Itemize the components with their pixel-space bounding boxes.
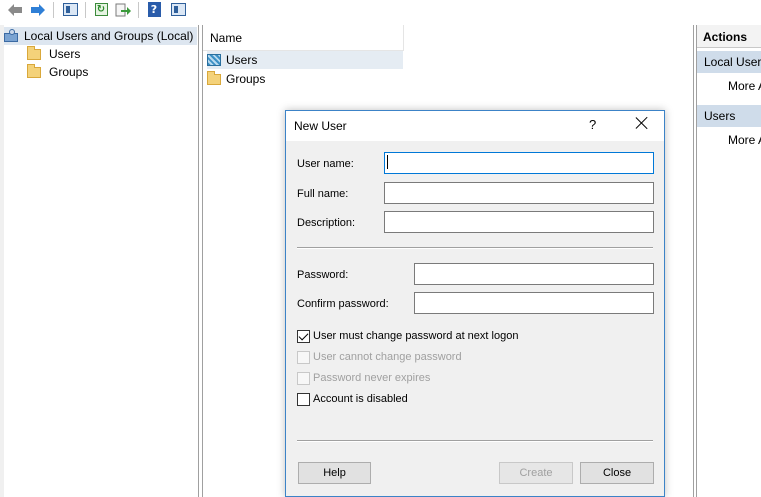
divider bbox=[297, 440, 653, 442]
back-arrow-icon[interactable] bbox=[6, 1, 24, 18]
list-item-label: Groups bbox=[226, 72, 266, 86]
username-field[interactable] bbox=[384, 152, 654, 174]
password-never-expires-checkbox[interactable]: Password never expires bbox=[297, 370, 430, 386]
actions-section-local-users[interactable]: Local Users bbox=[697, 51, 761, 73]
cannot-change-password-checkbox[interactable]: User cannot change password bbox=[297, 349, 462, 365]
list-item-users[interactable]: Users bbox=[207, 51, 403, 69]
actions-pane: Actions Local Users More A Users More A bbox=[696, 25, 761, 497]
export-list-icon[interactable] bbox=[114, 1, 132, 18]
list-item-label: Users bbox=[226, 53, 258, 67]
folder-icon bbox=[27, 63, 41, 78]
help-icon[interactable]: ? bbox=[145, 1, 163, 18]
toolbar: ↻ ? bbox=[0, 0, 761, 20]
checkbox-checked[interactable] bbox=[297, 329, 310, 343]
actions-section-users[interactable]: Users bbox=[697, 105, 761, 127]
password-label: Password: bbox=[297, 269, 349, 281]
fullname-field[interactable] bbox=[384, 182, 654, 204]
tree-item-label: Groups bbox=[49, 65, 89, 79]
text-caret bbox=[387, 155, 388, 169]
tree-root-label: Local Users and Groups (Local) bbox=[24, 29, 194, 43]
description-label: Description: bbox=[297, 217, 356, 229]
new-user-dialog: New User ? User name: Full name: Descrip… bbox=[285, 110, 665, 497]
description-field[interactable] bbox=[384, 211, 654, 233]
tree-item-root[interactable]: Local Users and Groups (Local) bbox=[4, 27, 198, 45]
divider bbox=[297, 247, 653, 249]
fullname-label: Full name: bbox=[297, 188, 349, 200]
dialog-title: New User bbox=[294, 119, 347, 133]
show-hide-console-tree-icon[interactable] bbox=[61, 1, 79, 18]
folder-icon bbox=[27, 45, 41, 60]
more-actions-link[interactable]: More A bbox=[728, 133, 761, 147]
users-container-icon bbox=[207, 54, 221, 66]
username-label: User name: bbox=[297, 158, 354, 170]
create-button[interactable]: Create bbox=[499, 462, 573, 484]
checkbox-unchecked[interactable] bbox=[297, 392, 310, 406]
left-border-strip bbox=[0, 25, 4, 497]
folder-icon bbox=[207, 70, 221, 85]
tree-item-label: Users bbox=[49, 47, 81, 61]
dialog-titlebar[interactable]: New User ? bbox=[286, 111, 664, 141]
password-field[interactable] bbox=[414, 263, 654, 285]
console-tree: Local Users and Groups (Local) Users Gro… bbox=[0, 25, 199, 497]
forward-arrow-icon[interactable] bbox=[29, 1, 47, 18]
more-actions-link[interactable]: More A bbox=[728, 79, 761, 93]
checkbox-disabled bbox=[297, 371, 310, 385]
refresh-icon[interactable]: ↻ bbox=[92, 1, 110, 18]
help-button[interactable]: Help bbox=[298, 462, 371, 484]
confirm-password-label: Confirm password: bbox=[297, 298, 389, 310]
list-item-groups[interactable]: Groups bbox=[207, 70, 265, 88]
confirm-password-field[interactable] bbox=[414, 292, 654, 314]
tree-item-groups[interactable]: Groups bbox=[27, 63, 88, 81]
column-header-name[interactable]: Name bbox=[203, 25, 404, 51]
tree-item-users[interactable]: Users bbox=[27, 45, 80, 63]
close-button[interactable]: Close bbox=[580, 462, 654, 484]
account-disabled-checkbox[interactable]: Account is disabled bbox=[297, 391, 408, 407]
actions-title: Actions bbox=[697, 25, 761, 48]
must-change-password-checkbox[interactable]: User must change password at next logon bbox=[297, 328, 518, 344]
users-groups-icon bbox=[4, 29, 20, 43]
help-icon[interactable]: ? bbox=[589, 117, 596, 132]
checkbox-disabled bbox=[297, 350, 310, 364]
show-hide-action-pane-icon[interactable] bbox=[169, 1, 187, 18]
close-icon[interactable] bbox=[635, 116, 649, 130]
